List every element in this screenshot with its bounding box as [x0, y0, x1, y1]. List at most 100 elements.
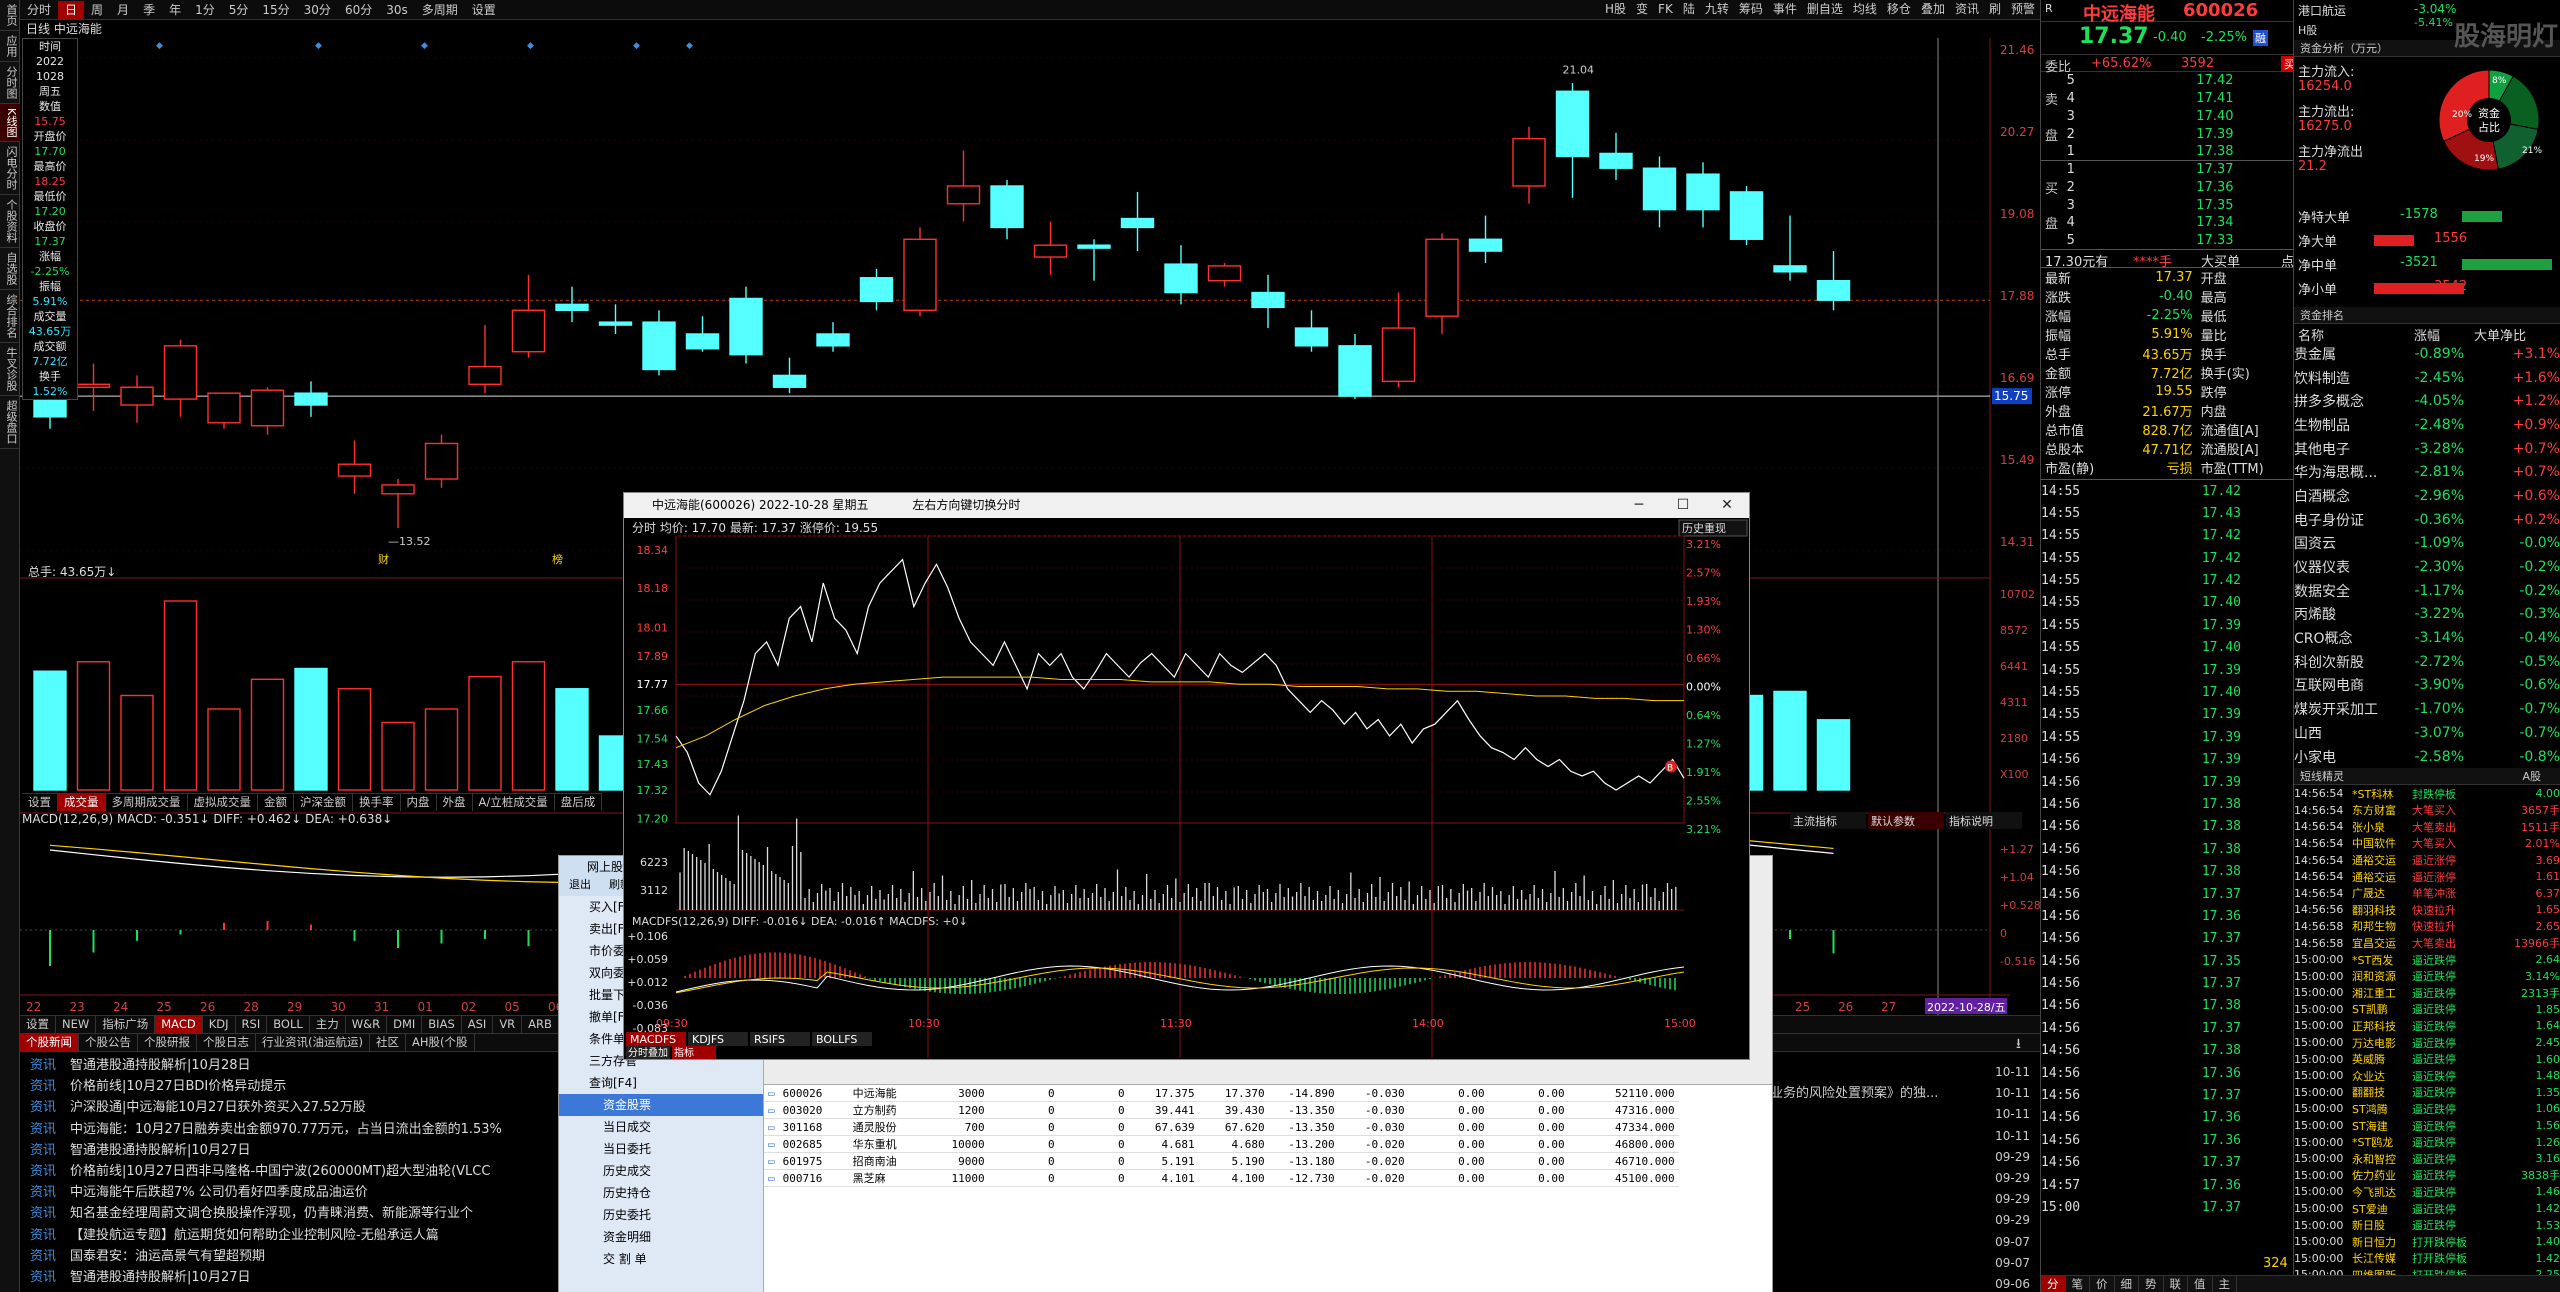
spirit-row[interactable]: 15:00:00 ST鸿腾 逼近跌停 1.06	[2294, 1101, 2560, 1118]
news-headline[interactable]: 智通港股通持股解析|10月27日	[70, 1143, 250, 1158]
position-row[interactable]: ▭ 601975 招商南油 9000 0 0 5.191 5.190 -13.180 -0.020…	[764, 1152, 1679, 1170]
volume-tab[interactable]: 换手率	[353, 794, 401, 811]
indicator-tab[interactable]: DMI	[387, 1016, 423, 1033]
period-tab[interactable]: 30分	[297, 1, 338, 19]
period-tab[interactable]: 月	[110, 1, 136, 19]
indicator-tab[interactable]: BOLL	[267, 1016, 310, 1033]
right-bottom-tab[interactable]: 势	[2139, 1276, 2164, 1292]
spirit-row[interactable]: 15:00:00 翻翻技 逼近跌停 1.35	[2294, 1084, 2560, 1101]
news-headline[interactable]: 中远海能：10月27日融券卖出金额970.77万元，占当日流出金额的1.53%	[70, 1122, 502, 1137]
spirit-row[interactable]: 15:00:00 ST海建 逼近跌停 1.56	[2294, 1117, 2560, 1134]
news-item[interactable]: 资讯 中远海能午后跌超7% 公司仍看好四季度成品油运价	[20, 1182, 600, 1203]
volume-tab[interactable]: 外盘	[437, 794, 473, 811]
spirit-row[interactable]: 15:00:00 新日恒力 打开跌停板 1.40	[2294, 1233, 2560, 1250]
volume-tab[interactable]: A/立桩成交量	[473, 794, 555, 811]
right-bottom-tab[interactable]: 笔	[2066, 1276, 2090, 1292]
news-tab[interactable]: 个股新闻	[20, 1034, 79, 1051]
hot-row[interactable]: 生物制品 -2.48% +0.9%	[2294, 413, 2560, 437]
hot-header-cell[interactable]: 名称	[2298, 325, 2324, 344]
news-item[interactable]: 资讯 知名基金经理周蔚文调仓换股操作浮现，仍青睐消费、新能源等行业个	[20, 1203, 600, 1224]
indicator-tab[interactable]: VR	[493, 1016, 523, 1033]
hot-row[interactable]: CRO概念 -3.14% -0.4%	[2294, 626, 2560, 650]
left-nav-item[interactable]: 个股资料	[0, 195, 20, 249]
chart-tool-button[interactable]: 删自选	[1802, 0, 1848, 18]
hot-row[interactable]: 饮料制造 -2.45% +1.6%	[2294, 366, 2560, 390]
indicator-tab[interactable]: 设置	[20, 1016, 56, 1033]
news-item[interactable]: 资讯 智通港股通持股解析|10月27日	[20, 1267, 600, 1288]
right-bottom-tab[interactable]: 分	[2041, 1276, 2066, 1292]
trade-submenu-item[interactable]: 历史成交	[559, 1160, 763, 1182]
indicator-tab[interactable]: 主力	[310, 1016, 346, 1033]
spirit-row[interactable]: 15:00:00 佐力药业 逼近跌停 3838手	[2294, 1167, 2560, 1184]
news-item[interactable]: 资讯 国泰君安：油运高景气有望超预期	[20, 1246, 600, 1267]
news-headline[interactable]: 中远海能午后跌超7% 公司仍看好四季度成品油运价	[70, 1185, 368, 1200]
volume-tab[interactable]: 盘后成	[555, 794, 603, 811]
hot-header-cell[interactable]: 大单净比	[2474, 325, 2526, 344]
chart-tool-button[interactable]: H股	[1600, 0, 1631, 18]
news-item[interactable]: 资讯 中远海能：10月27日融券卖出金额970.77万元，占当日流出金额的1.53…	[20, 1119, 600, 1140]
news-item[interactable]: 资讯 【建投航运专题】航运期货如何帮助企业控制风险-无船承运人篇	[20, 1225, 600, 1246]
hot-row[interactable]: 丙烯酸 -3.22% -0.3%	[2294, 603, 2560, 627]
right-bottom-tab[interactable]: 值	[2188, 1276, 2213, 1292]
left-nav-item[interactable]: 自选股	[0, 248, 20, 291]
spirit-row[interactable]: 15:00:00 众业达 逼近跌停 1.48	[2294, 1067, 2560, 1084]
right-bottom-tab[interactable]: 细	[2115, 1276, 2139, 1292]
spirit-row[interactable]: 14:56:54 中国软件 大笔买入 2.01%	[2294, 835, 2560, 852]
right-bottom-tab[interactable]: 主	[2213, 1276, 2237, 1292]
download-icon[interactable]: ⭳	[2016, 1033, 2021, 1057]
spirit-row[interactable]: 15:00:00 长江传媒 打开跌停板 1.42	[2294, 1250, 2560, 1267]
indicator-tab[interactable]: BIAS	[422, 1016, 462, 1033]
news-tab[interactable]: AH股(个股	[406, 1034, 475, 1051]
news-headline[interactable]: 知名基金经理周蔚文调仓换股操作浮现，仍青睐消费、新能源等行业个	[70, 1206, 473, 1221]
news-item[interactable]: 资讯 智通港股通持股解析|10月28日	[20, 1055, 600, 1076]
news-headline[interactable]: 价格前线|10月27日BDI价格异动提示	[70, 1079, 286, 1094]
spirit-row[interactable]: 15:00:00 润和资源 逼近跌停 3.14%	[2294, 968, 2560, 985]
spirit-row[interactable]: 15:00:00 英威腾 逼近跌停 1.60	[2294, 1051, 2560, 1068]
indicator-tab[interactable]: W&R	[346, 1016, 388, 1033]
trade-submenu-item[interactable]: 历史持仓	[559, 1182, 763, 1204]
left-nav-item[interactable]: 超级盘口	[0, 396, 20, 450]
spirit-row[interactable]: 14:56:54 东方财富 大笔买入 3657手	[2294, 802, 2560, 819]
hot-row[interactable]: 其他电子 -3.28% +0.7%	[2294, 437, 2560, 461]
close-button[interactable]: ✕	[1705, 493, 1749, 518]
indicator-tab[interactable]: 指标广场	[96, 1016, 156, 1033]
news-item[interactable]: 资讯 价格前线|10月27日BDI价格异动提示	[20, 1076, 600, 1097]
position-row[interactable]: ▭ 000716 黑芝麻 11000 0 0 4.101 4.100 -12.730 -0.020…	[764, 1169, 1679, 1187]
spirit-row[interactable]: 15:00:00 新日股 逼近跌停 1.53	[2294, 1217, 2560, 1234]
news-headline[interactable]: 智通港股通持股解析|10月27日	[70, 1270, 250, 1285]
hot-row[interactable]: 国资云 -1.09% -0.0%	[2294, 532, 2560, 556]
trade-submenu-item[interactable]: 资金股票	[559, 1094, 763, 1116]
chart-tool-button[interactable]: 资讯	[1950, 0, 1984, 18]
spirit-row[interactable]: 14:56:56 翻羽科技 快速拉升 1.65	[2294, 902, 2560, 919]
news-headline[interactable]: 国泰君安：油运高景气有望超预期	[70, 1249, 265, 1264]
position-row[interactable]: ▭ 301168 通灵股份 700 0 0 67.639 67.620 -13.350 -0.03…	[764, 1118, 1679, 1136]
hot-row[interactable]: 贵金属 -0.89% +3.1%	[2294, 342, 2560, 366]
period-tab[interactable]: 周	[84, 1, 110, 19]
spirit-row[interactable]: 15:00:00 *ST西发 逼近跌停 2.64	[2294, 951, 2560, 968]
hot-row[interactable]: 山西 -3.07% -0.7%	[2294, 721, 2560, 745]
right-bottom-tab[interactable]: 价	[2090, 1276, 2115, 1292]
spirit-row[interactable]: 14:56:58 和邦生物 快速拉升 2.65	[2294, 918, 2560, 935]
left-nav-item[interactable]: 首页	[0, 0, 20, 31]
intraday-chart[interactable]: 分时 均价: 17.70 最新: 17.37 涨停价: 19.55 历史重现 18.…	[624, 518, 1749, 1059]
news-headline[interactable]: 价格前线|10月27日西非马隆格-中国宁波(260000MT)超大型油轮(VLC…	[70, 1164, 490, 1179]
indicator-tab[interactable]: RSI	[236, 1016, 268, 1033]
left-nav-item[interactable]: 牛叉诊股	[0, 343, 20, 397]
news-tab[interactable]: 行业资讯(油运航运)	[256, 1034, 370, 1051]
spirit-row[interactable]: 14:56:54 通裕交运 逼近涨停 1.61	[2294, 868, 2560, 885]
news-tab[interactable]: 社区	[370, 1034, 406, 1051]
chart-tool-button[interactable]: 移仓	[1882, 0, 1916, 18]
indicator-tab[interactable]: MACD	[155, 1016, 203, 1033]
left-nav-item[interactable]: 综合排名	[0, 290, 20, 344]
hot-row[interactable]: 互联网电商 -3.90% -0.6%	[2294, 674, 2560, 698]
spirit-row[interactable]: 15:00:00 永和智控 逼近跌停 3.16	[2294, 1150, 2560, 1167]
volume-tab[interactable]: 设置	[22, 794, 58, 811]
spirit-row[interactable]: 15:00:00 万达电影 逼近跌停 2.45	[2294, 1034, 2560, 1051]
chart-tool-button[interactable]: 筹码	[1734, 0, 1768, 18]
news-item[interactable]: 资讯 沪深股通|中远海能10月27日获外资买入27.52万股	[20, 1097, 600, 1118]
spirit-row[interactable]: 14:56:58 宜昌交运 大笔卖出 13966手	[2294, 935, 2560, 952]
news-headline[interactable]: 【建投航运专题】航运期货如何帮助企业控制风险-无船承运人篇	[70, 1228, 439, 1243]
chart-tool-button[interactable]: FK	[1653, 0, 1678, 18]
indicator-tab[interactable]: KDJ	[203, 1016, 236, 1033]
hot-row[interactable]: 煤炭开采加工 -1.70% -0.7%	[2294, 697, 2560, 721]
